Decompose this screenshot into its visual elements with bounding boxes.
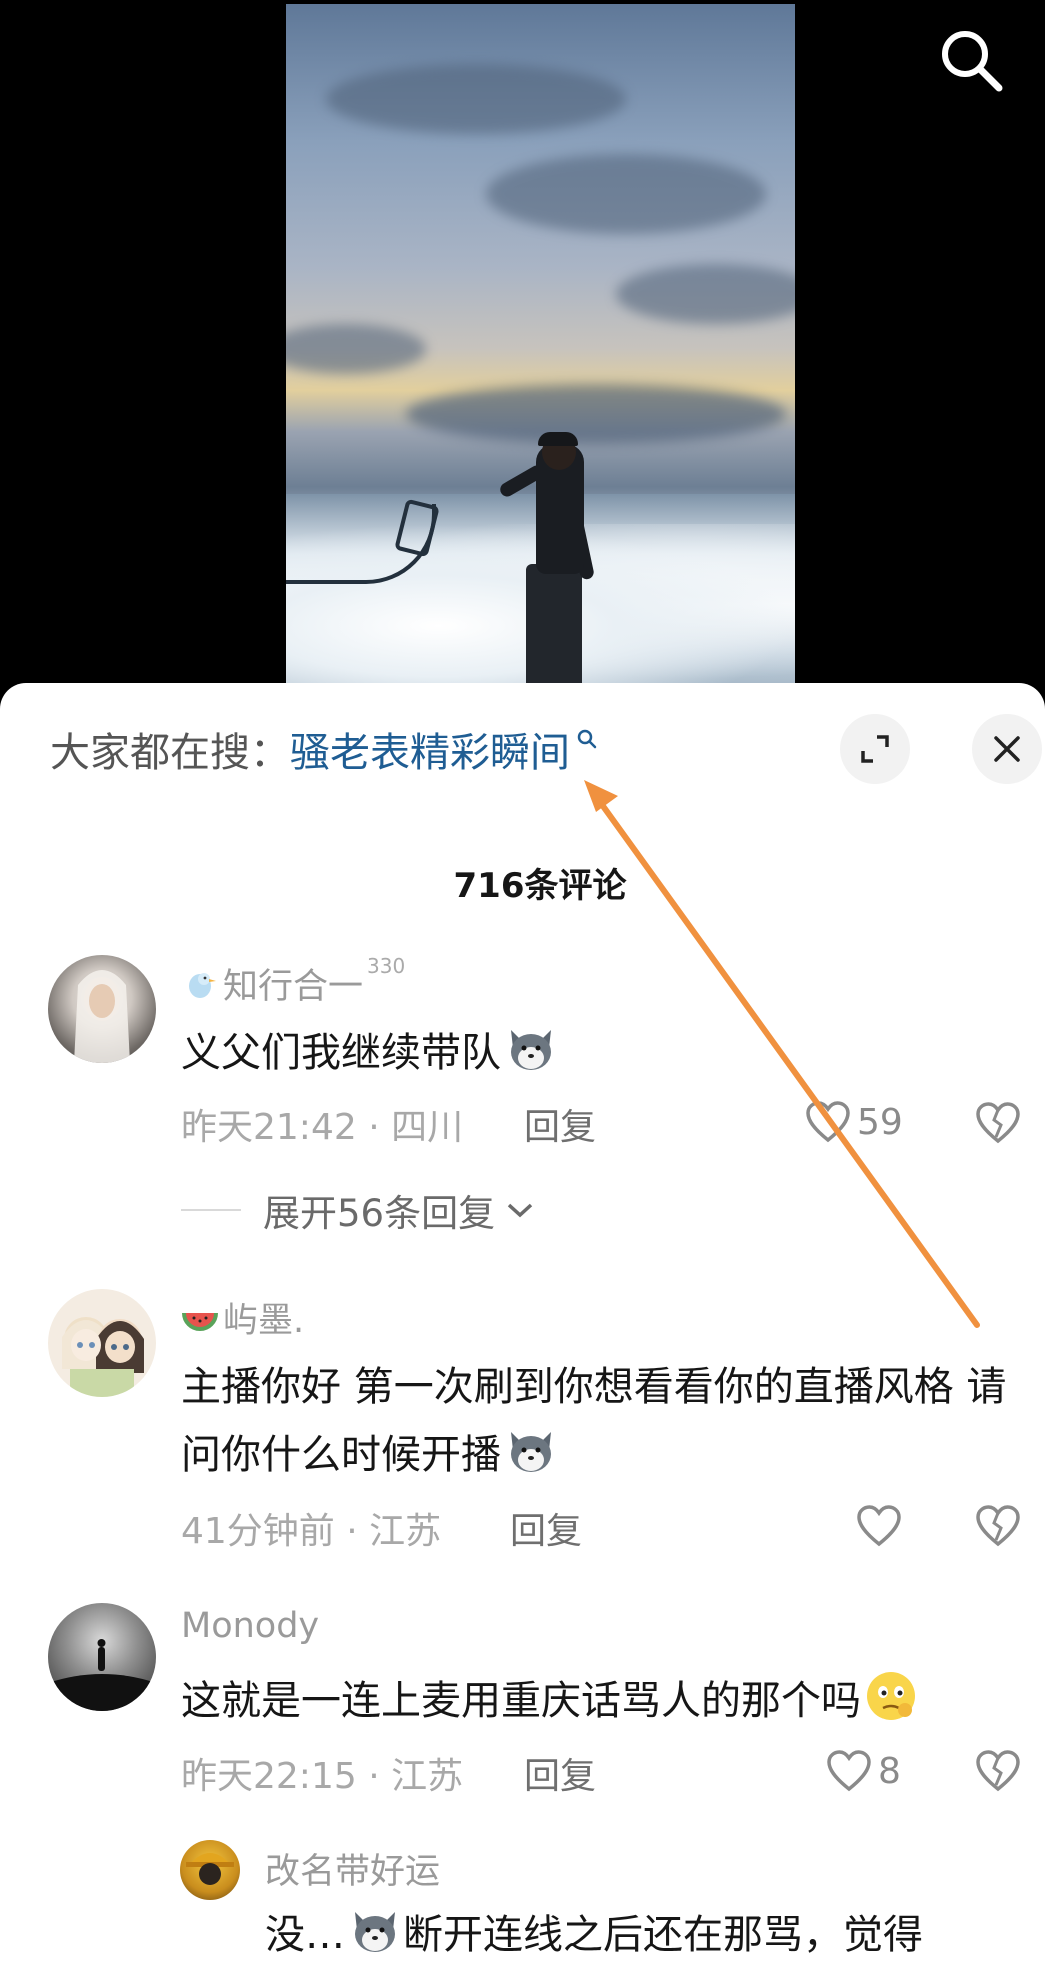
comment-text: 主播你好 第一次刷到你想看看你的直播风格 请问你什么时候开播: [181, 1353, 1011, 1489]
reply-username[interactable]: 改名带好运: [265, 1843, 440, 1894]
small-search-icon[interactable]: [576, 728, 598, 750]
user-level-sup: 330: [367, 954, 406, 978]
search-button[interactable]: [935, 24, 1007, 96]
comment-text-body: 义父们我继续带队: [181, 1030, 501, 1076]
broken-heart-icon: [976, 1505, 1020, 1547]
reply-text-end: 断开连线之后还在那骂，觉得: [403, 1912, 923, 1958]
wolf-emoji: [355, 1912, 395, 1952]
search-icon: [942, 31, 1003, 92]
comment-text-body: 这就是一连上麦用重庆话骂人的那个吗: [181, 1678, 861, 1724]
hot-search-term-link[interactable]: 骚老表精彩瞬间: [290, 720, 570, 778]
comment-count: 716条评论: [453, 866, 627, 906]
fullscreen-button[interactable]: [840, 714, 910, 784]
expand-replies-label: 展开56条回复: [263, 1192, 496, 1235]
watermelon-icon: [182, 1312, 218, 1331]
avatar[interactable]: [48, 955, 156, 1063]
comment-meta: 41分钟前 · 江苏: [181, 1502, 441, 1554]
wolf-emoji: [511, 1432, 551, 1472]
like-button[interactable]: [856, 1504, 902, 1548]
chevron-down-icon: [507, 1203, 533, 1218]
username-text: Monody: [181, 1606, 320, 1646]
broken-heart-icon: [976, 1102, 1020, 1144]
hot-search-prefix: 大家都在搜：: [50, 730, 290, 776]
video-frame[interactable]: [286, 4, 795, 694]
username-text: 屿墨.: [223, 1301, 305, 1341]
broken-heart-icon: [976, 1750, 1020, 1792]
close-button[interactable]: [972, 714, 1042, 784]
comment-time: 昨天22:15: [181, 1756, 357, 1797]
comment-text: 这就是一连上麦用重庆话骂人的那个吗: [181, 1667, 1011, 1735]
comment-text-body: 主播你好 第一次刷到你想看看你的直播风格 请问你什么时候开播: [181, 1364, 1007, 1478]
comment-username[interactable]: 知行合一 330: [181, 954, 405, 1009]
divider-line: [181, 1209, 241, 1211]
wolf-emoji: [511, 1030, 551, 1070]
like-button[interactable]: 59: [805, 1100, 903, 1144]
rider-legs: [526, 564, 582, 694]
reply-button[interactable]: 回复: [524, 1747, 596, 1799]
close-icon: [994, 736, 1020, 762]
expand-replies-button[interactable]: 展开56条回复: [181, 1183, 537, 1237]
meta-separator: ·: [368, 1756, 392, 1797]
like-count: 8: [878, 1750, 901, 1792]
expand-icon: [861, 735, 889, 763]
comment-location: 江苏: [369, 1511, 442, 1552]
reply-avatar[interactable]: [180, 1840, 240, 1900]
comment-location: 江苏: [391, 1756, 464, 1797]
meta-separator: ·: [346, 1511, 370, 1552]
like-button[interactable]: 8: [826, 1749, 901, 1793]
reply-text-start: 没…: [265, 1912, 345, 1958]
comment-time: 昨天21:42: [181, 1107, 357, 1148]
like-count: 59: [857, 1101, 903, 1143]
comment-time: 41分钟前: [181, 1511, 335, 1552]
comment-username[interactable]: Monody: [181, 1606, 319, 1646]
dislike-button[interactable]: [975, 1504, 1021, 1552]
heart-icon: [806, 1101, 850, 1143]
comment-location: 四川: [391, 1107, 464, 1148]
reply-text: 没… 断开连线之后还在那骂，觉得: [265, 1901, 1025, 1969]
bird-icon: [189, 972, 216, 998]
avatar[interactable]: [48, 1603, 156, 1711]
comment-meta: 昨天21:42 · 四川: [181, 1098, 463, 1150]
avatar[interactable]: [48, 1289, 156, 1397]
meta-separator: ·: [368, 1107, 392, 1148]
username-text: 知行合一: [223, 967, 364, 1007]
heart-icon: [827, 1750, 871, 1792]
reply-button[interactable]: 回复: [524, 1098, 596, 1150]
dislike-button[interactable]: [975, 1749, 1021, 1797]
reply-button[interactable]: 回复: [510, 1502, 582, 1554]
dislike-button[interactable]: [975, 1101, 1021, 1149]
hot-search-bar: 大家都在搜： 骚老表精彩瞬间: [50, 719, 598, 779]
comment-panel: 大家都在搜： 骚老表精彩瞬间 716条评论 知行合一 330 义父们我继续带队: [0, 683, 1045, 1972]
comment-text: 义父们我继续带队: [181, 1019, 1011, 1087]
rider-cap: [538, 432, 578, 446]
video-player[interactable]: [0, 0, 1045, 700]
comment-meta: 昨天22:15 · 江苏: [181, 1747, 463, 1799]
heart-icon: [857, 1505, 901, 1547]
thinking-emoji: [867, 1672, 915, 1720]
comment-username[interactable]: 屿墨.: [181, 1292, 304, 1343]
